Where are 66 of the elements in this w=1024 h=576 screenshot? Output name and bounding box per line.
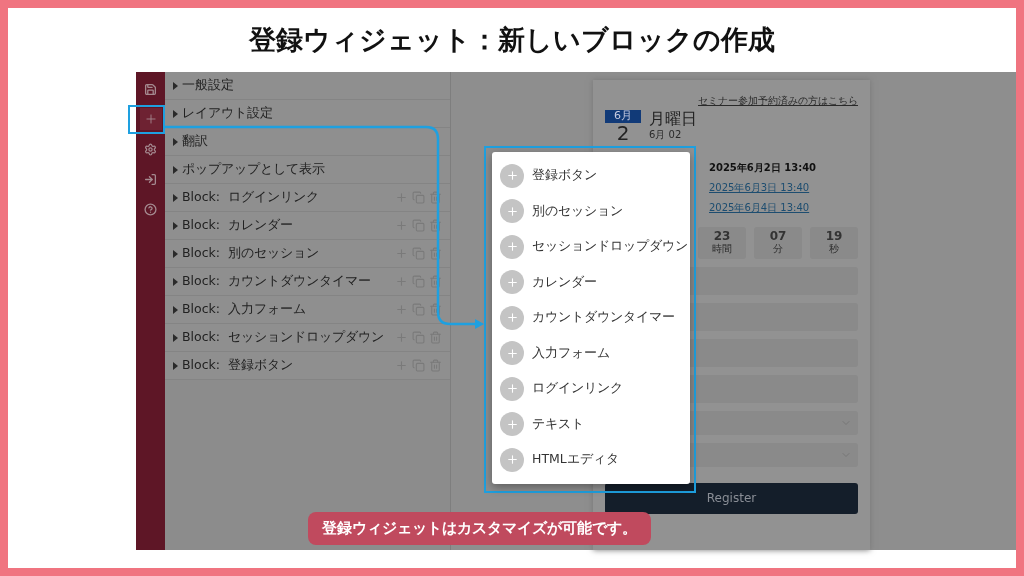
plus-button[interactable] (139, 108, 162, 130)
menu-item[interactable]: セッションドロップダウン (492, 229, 690, 265)
login-icon (144, 172, 157, 186)
menu-item[interactable]: HTMLエディタ (492, 442, 690, 478)
caret-icon (173, 137, 178, 146)
menu-item[interactable]: 登録ボタン (492, 158, 690, 194)
row-label: 翻訳 (182, 133, 209, 150)
plus-icon (143, 112, 158, 126)
row-label: Block: ログインリンク (182, 189, 320, 206)
short-date: 6月 02 (649, 127, 683, 142)
plus-icon (500, 199, 524, 224)
caret-icon (173, 249, 178, 258)
menu-item[interactable]: ログインリンク (492, 371, 690, 407)
countdown-box: 19 秒 (810, 226, 858, 259)
caret-icon (173, 333, 178, 342)
row-label: Block: 登録ボタン (182, 357, 294, 374)
row-label: Block: 入力フォーム (182, 301, 307, 318)
plus-icon (500, 412, 524, 437)
caret-icon (173, 165, 178, 174)
row-label: Block: セッションドロップダウン (182, 329, 385, 346)
countdown-box: 07 分 (754, 226, 802, 259)
month-badge: 6月 (605, 110, 641, 123)
trash-icon[interactable] (429, 191, 442, 204)
plus-icon (500, 376, 524, 401)
day-number: 2 (616, 122, 630, 143)
caret-icon (173, 193, 178, 202)
countdown-box: 23 時間 (698, 226, 746, 259)
caption: 登録ウィジェットはカスタマイズが可能です。 (308, 512, 651, 545)
caret-icon (173, 81, 178, 90)
caret-icon (173, 305, 178, 314)
row-label: 一般設定 (182, 77, 235, 94)
register-button[interactable]: Register (605, 482, 858, 514)
selected-date[interactable]: 2025年6月2日 13:40 (709, 160, 858, 175)
caret-icon (173, 277, 178, 286)
settings-icon (144, 142, 157, 156)
date-link[interactable]: 2025年6月3日 13:40 (709, 180, 858, 195)
row-label: Block: カウントダウンタイマー (182, 273, 372, 290)
plus-icon (500, 341, 524, 366)
plus-icon (500, 305, 524, 330)
menu-item[interactable]: カレンダー (492, 264, 690, 300)
page-title: 登録ウィジェット：新しいブロックの作成 (247, 23, 776, 57)
trash-icon[interactable] (429, 303, 442, 316)
menu-item[interactable]: 別のセッション (492, 193, 690, 229)
row-label: ポップアップとして表示 (182, 161, 326, 178)
caret-icon (173, 109, 178, 118)
trash-icon[interactable] (429, 219, 442, 232)
menu-item[interactable]: カウントダウンタイマー (492, 300, 690, 336)
booked-link[interactable]: セミナー参加予約済みの方はこちら (698, 94, 858, 108)
plus-icon (500, 163, 524, 188)
row-label: Block: カレンダー (182, 217, 294, 234)
trash-icon[interactable] (429, 275, 442, 288)
plus-icon (500, 270, 524, 295)
caret-icon (173, 221, 178, 230)
caret-icon (173, 361, 178, 370)
weekday: 月曜日 (649, 110, 697, 128)
row-label: Block: 別のセッション (182, 245, 320, 262)
highlight-frame (128, 105, 165, 134)
trash-icon[interactable] (429, 247, 442, 260)
plus-icon (500, 234, 524, 259)
date-link[interactable]: 2025年6月4日 13:40 (709, 200, 858, 215)
menu-item[interactable]: テキスト (492, 406, 690, 442)
plus-icon (500, 447, 524, 472)
help-icon (144, 202, 157, 216)
menu-item[interactable]: 入力フォーム (492, 335, 690, 371)
row-label: レイアウト設定 (182, 105, 274, 122)
save-icon (144, 82, 157, 96)
